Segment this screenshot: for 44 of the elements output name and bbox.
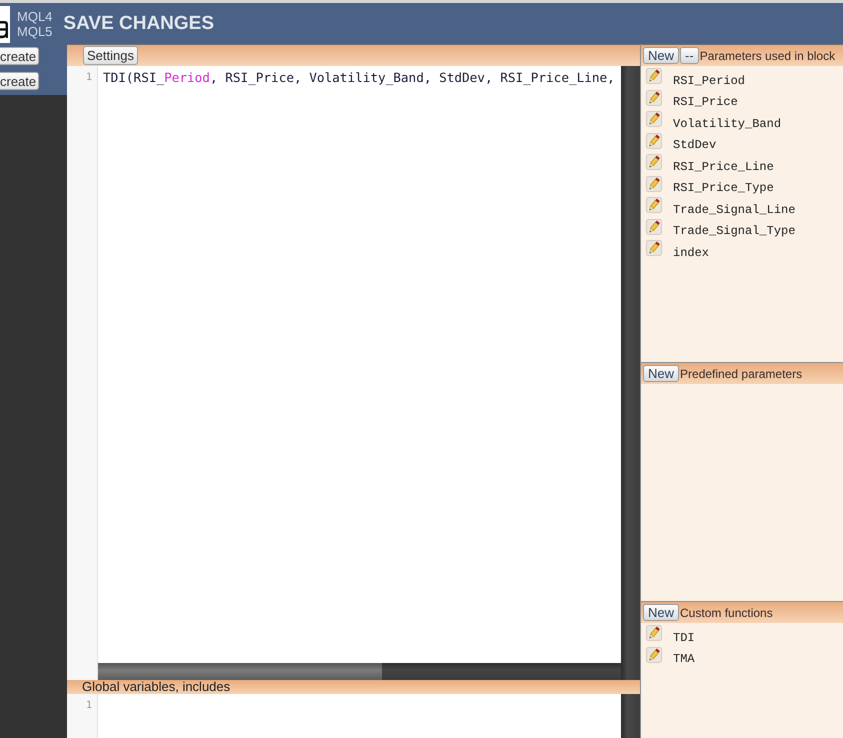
new-button[interactable]: New — [643, 365, 680, 382]
pencil-icon[interactable] — [646, 154, 662, 170]
logo-icon — [0, 6, 10, 43]
line-number: 1 — [86, 699, 92, 713]
list-item-label[interactable]: RSI_Period — [673, 72, 746, 90]
minus-button[interactable]: -- — [680, 47, 699, 64]
pencil-icon[interactable] — [646, 218, 662, 234]
list-item-label[interactable]: TMA — [673, 650, 695, 668]
list-item-label[interactable]: Trade_Signal_Type — [673, 222, 796, 240]
pencil-icon[interactable] — [646, 176, 662, 192]
scrollbar-thumb[interactable] — [98, 663, 382, 680]
list-item-label[interactable]: RSI_Price — [673, 93, 738, 111]
save-changes-link[interactable]: SAVE CHANGES — [63, 12, 214, 34]
vertical-scrollbar[interactable] — [621, 66, 640, 680]
pencil-icon[interactable] — [646, 132, 662, 148]
section-title: Predefined parameters — [680, 366, 802, 380]
vertical-scrollbar[interactable] — [621, 694, 640, 738]
line-number: 1 — [86, 71, 92, 85]
code-line: TDI(RSI_Period, RSI_Price, Volatility_Band, StdDev, RSI_Price_Line, — [103, 70, 616, 86]
pencil-icon[interactable] — [646, 646, 662, 662]
list-item-label[interactable]: Volatility_Band — [673, 114, 782, 132]
new-button[interactable]: New — [643, 47, 680, 64]
list-item-label[interactable]: StdDev — [673, 136, 716, 154]
pencil-icon[interactable] — [646, 90, 662, 106]
create-button[interactable]: create — [0, 47, 40, 65]
pencil-icon[interactable] — [646, 240, 662, 256]
list-item-label[interactable]: index — [673, 244, 710, 262]
language-label[interactable]: MQL5 — [17, 24, 52, 38]
pencil-icon[interactable] — [646, 197, 662, 213]
list-item-label[interactable]: RSI_Price_Line — [673, 158, 774, 176]
pencil-icon[interactable] — [646, 68, 662, 84]
section-title: Custom functions — [680, 606, 773, 620]
list-item-label[interactable]: Trade_Signal_Line — [673, 200, 796, 218]
section-title: Parameters used in block — [700, 48, 836, 62]
list-item-label[interactable]: TDI — [673, 628, 695, 646]
pencil-icon[interactable] — [646, 111, 662, 127]
section-header: Global variables, includes — [67, 680, 640, 694]
create-button[interactable]: create — [0, 72, 40, 90]
horizontal-scrollbar[interactable] — [98, 663, 621, 680]
list-item-label[interactable]: RSI_Price_Type — [673, 179, 774, 197]
language-label[interactable]: MQL4 — [17, 8, 52, 24]
pencil-icon[interactable] — [646, 625, 662, 641]
settings-button[interactable]: Settings — [83, 46, 138, 65]
new-button[interactable]: New — [643, 604, 680, 621]
